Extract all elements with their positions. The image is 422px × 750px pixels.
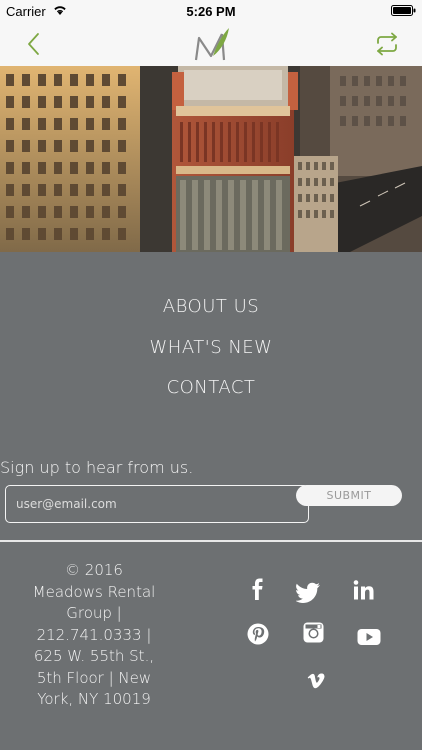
status-bar: Carrier 5:26 PM — [0, 0, 422, 22]
signup-heading: Sign up to hear from us. — [0, 458, 194, 477]
facebook-icon[interactable] — [245, 578, 271, 602]
meadows-logo — [194, 28, 229, 61]
footer-line: Group | — [66, 604, 122, 622]
footer-line: 212.741.0333 | — [36, 625, 152, 644]
app-screen: Carrier 5:26 PM ABOUT US WHAT'S NEW CONT… — [0, 0, 422, 750]
menu-item-about-us[interactable]: ABOUT US — [0, 296, 422, 317]
instagram-icon[interactable] — [301, 621, 327, 645]
hero-image — [0, 66, 422, 252]
submit-button[interactable]: SUBMIT — [296, 485, 402, 506]
footer-line: 625 W. 55th St., — [33, 647, 155, 665]
footer-line: © 2016 — [65, 561, 123, 579]
youtube-icon[interactable] — [356, 625, 382, 649]
footer-contact-info: © 2016 Meadows Rental Group | 212.741.03… — [26, 560, 162, 711]
city-skyline-illustration — [0, 66, 422, 252]
linkedin-icon[interactable] — [352, 579, 378, 603]
footer-line: Meadows Rental — [32, 582, 156, 601]
chevron-left-icon — [28, 33, 39, 55]
email-field[interactable] — [5, 485, 309, 523]
navigation-bar — [0, 22, 422, 66]
footer-line: 5th Floor | New — [36, 668, 152, 687]
repeat-icon — [377, 32, 397, 56]
status-time: 5:26 PM — [186, 4, 236, 19]
refresh-button[interactable] — [374, 32, 400, 56]
menu-item-contact[interactable]: CONTACT — [0, 377, 422, 398]
twitter-icon[interactable] — [295, 580, 322, 604]
vimeo-icon[interactable] — [303, 669, 329, 693]
back-button[interactable] — [22, 30, 46, 58]
pinterest-icon[interactable] — [246, 622, 272, 646]
battery-icon — [391, 5, 416, 16]
divider — [0, 540, 422, 542]
footer-line: York, NY 10019 — [37, 690, 151, 708]
bottom-strip — [0, 730, 422, 750]
menu-item-whats-new[interactable]: WHAT'S NEW — [0, 337, 422, 358]
